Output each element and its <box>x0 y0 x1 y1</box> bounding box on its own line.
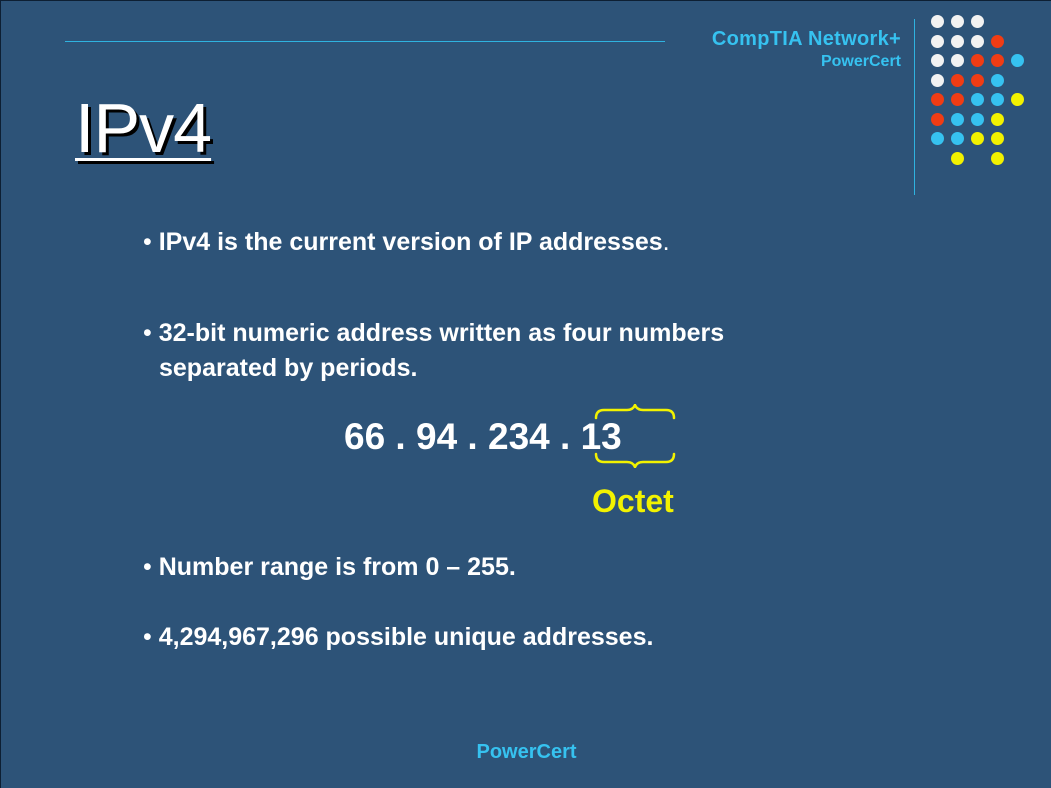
bullet-number-range: • Number range is from 0 – 255. <box>143 550 516 585</box>
bullet-period: . <box>662 228 670 256</box>
ip-address-example: 66 . 94 . 234 . 13 <box>344 415 622 459</box>
bullet-text-line2: separated by periods. <box>159 354 418 382</box>
vertical-divider-line <box>914 19 915 195</box>
decor-dot <box>971 34 984 48</box>
decor-dot <box>991 54 1004 67</box>
top-divider-line <box>65 41 665 42</box>
octet-bracket-icon <box>594 404 676 468</box>
decorative-dot-grid <box>931 15 1031 185</box>
bullet-marker: • <box>143 228 152 256</box>
decor-dot <box>971 93 984 106</box>
decor-dot <box>951 15 964 28</box>
bullet-text: IPv4 is the current version of IP addres… <box>158 228 663 256</box>
slide: CompTIA Network+ PowerCert IPv4 • IPv4 i… <box>0 0 1051 788</box>
footer-brand: PowerCert <box>476 741 577 763</box>
decor-dot <box>931 132 944 145</box>
decor-dot <box>991 73 1004 87</box>
octet-label: Octet <box>592 483 674 519</box>
decor-dot <box>1011 93 1024 106</box>
bullet-text: 4,294,967,296 possible unique addresses. <box>158 623 654 651</box>
decor-dot <box>971 15 984 28</box>
bullet-unique-addresses: • 4,294,967,296 possible unique addresse… <box>143 620 653 655</box>
decor-dot <box>951 93 964 106</box>
bullet-marker: • <box>143 319 152 347</box>
decor-dot <box>931 34 944 48</box>
bullet-text-line1: 32-bit numeric address written as four n… <box>158 319 725 347</box>
brand-publisher: PowerCert <box>820 53 901 70</box>
bullet-text: Number range is from 0 – 255. <box>158 553 516 581</box>
decor-dot <box>951 151 964 165</box>
decor-dot <box>951 54 964 67</box>
decor-dot <box>951 112 964 126</box>
bullet-marker: • <box>143 553 152 581</box>
decor-dot <box>971 73 984 87</box>
decor-dot <box>991 132 1004 145</box>
ip-prefix: 66 . 94 . 234 . <box>344 416 571 457</box>
decor-dot <box>951 34 964 48</box>
brand-course-title: CompTIA Network+ <box>711 28 901 50</box>
decor-dot <box>971 54 984 67</box>
decor-dot <box>991 34 1004 48</box>
bullet-current-version: • IPv4 is the current version of IP addr… <box>143 225 670 260</box>
decor-dot <box>971 112 984 126</box>
decor-dot <box>931 54 944 67</box>
decor-dot <box>931 112 944 126</box>
bullet-32-bit: • 32-bit numeric address written as four… <box>143 316 863 386</box>
bullet-marker: • <box>143 623 152 651</box>
slide-title: IPv4 <box>75 89 212 167</box>
decor-dot <box>931 73 944 87</box>
decor-dot <box>991 151 1004 165</box>
decor-dot <box>991 112 1004 126</box>
decor-dot <box>951 132 964 145</box>
decor-dot <box>971 132 984 145</box>
decor-dot <box>1011 54 1024 67</box>
decor-dot <box>951 73 964 87</box>
decor-dot <box>931 15 944 28</box>
brand-header: CompTIA Network+ PowerCert <box>712 29 901 70</box>
decor-dot <box>991 93 1004 106</box>
decor-dot <box>931 93 944 106</box>
